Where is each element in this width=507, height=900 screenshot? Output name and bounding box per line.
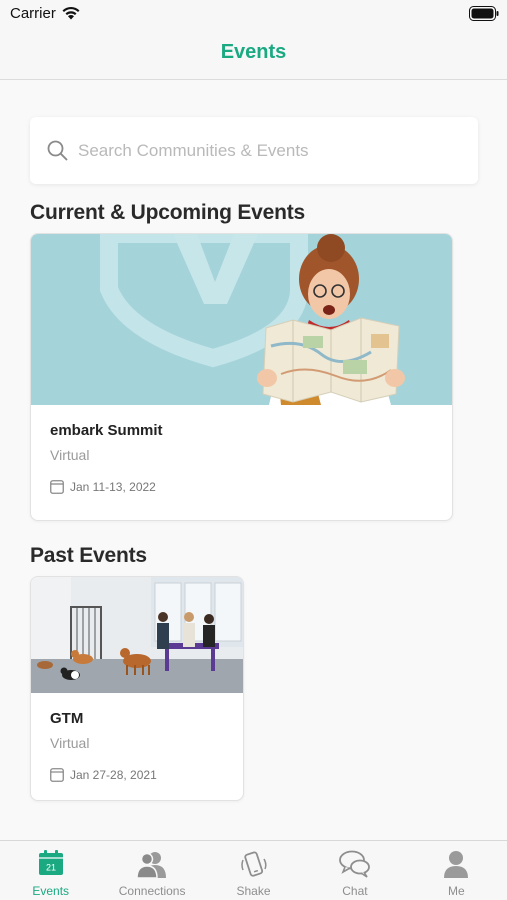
- calendar-icon: 21: [38, 850, 63, 875]
- tab-me[interactable]: Me: [406, 841, 507, 900]
- event-banner-image: [31, 234, 452, 405]
- carrier-label: Carrier: [10, 5, 56, 22]
- event-location: Virtual: [50, 735, 90, 751]
- tab-label: Events: [32, 884, 70, 898]
- search-box[interactable]: [30, 117, 478, 184]
- tab-shake[interactable]: Shake: [203, 841, 304, 900]
- event-location: Virtual: [50, 447, 90, 463]
- tab-events[interactable]: 21 Events: [0, 841, 101, 900]
- event-photo-image: [31, 577, 243, 693]
- event-date: Jan 11-13, 2022: [70, 480, 156, 494]
- calendar-icon: [50, 768, 64, 782]
- tab-label: Me: [447, 884, 465, 898]
- current-events-heading: Current & Upcoming Events: [30, 201, 306, 224]
- tab-label: Shake: [236, 884, 271, 898]
- chat-bubbles-icon: [339, 850, 370, 878]
- event-card-gtm[interactable]: GTM Virtual Jan 27-28, 2021: [30, 576, 244, 801]
- calendar-badge: 21: [46, 863, 56, 873]
- people-icon: [136, 852, 167, 878]
- calendar-icon: [50, 480, 64, 494]
- shake-phone-icon: [240, 851, 267, 877]
- event-name: embark Summit: [50, 422, 163, 439]
- wifi-icon: [62, 6, 80, 20]
- search-input[interactable]: [78, 137, 458, 165]
- event-card-embark-summit[interactable]: embark Summit Virtual Jan 11-13, 2022: [30, 233, 453, 521]
- tab-chat[interactable]: Chat: [304, 841, 405, 900]
- tab-bar: 21 Events Connections Shake Chat Me: [0, 840, 507, 900]
- search-icon: [47, 140, 68, 161]
- tab-label: Connections: [118, 884, 186, 898]
- battery-icon: [469, 6, 499, 21]
- tab-connections[interactable]: Connections: [101, 841, 202, 900]
- page-title: Events: [220, 41, 287, 63]
- past-events-heading: Past Events: [30, 544, 147, 567]
- event-name: GTM: [50, 710, 84, 727]
- tab-label: Chat: [342, 884, 368, 898]
- navigation-bar: Events: [0, 28, 507, 80]
- status-bar: Carrier: [0, 0, 507, 28]
- event-date: Jan 27-28, 2021: [70, 768, 157, 782]
- person-icon: [444, 851, 469, 878]
